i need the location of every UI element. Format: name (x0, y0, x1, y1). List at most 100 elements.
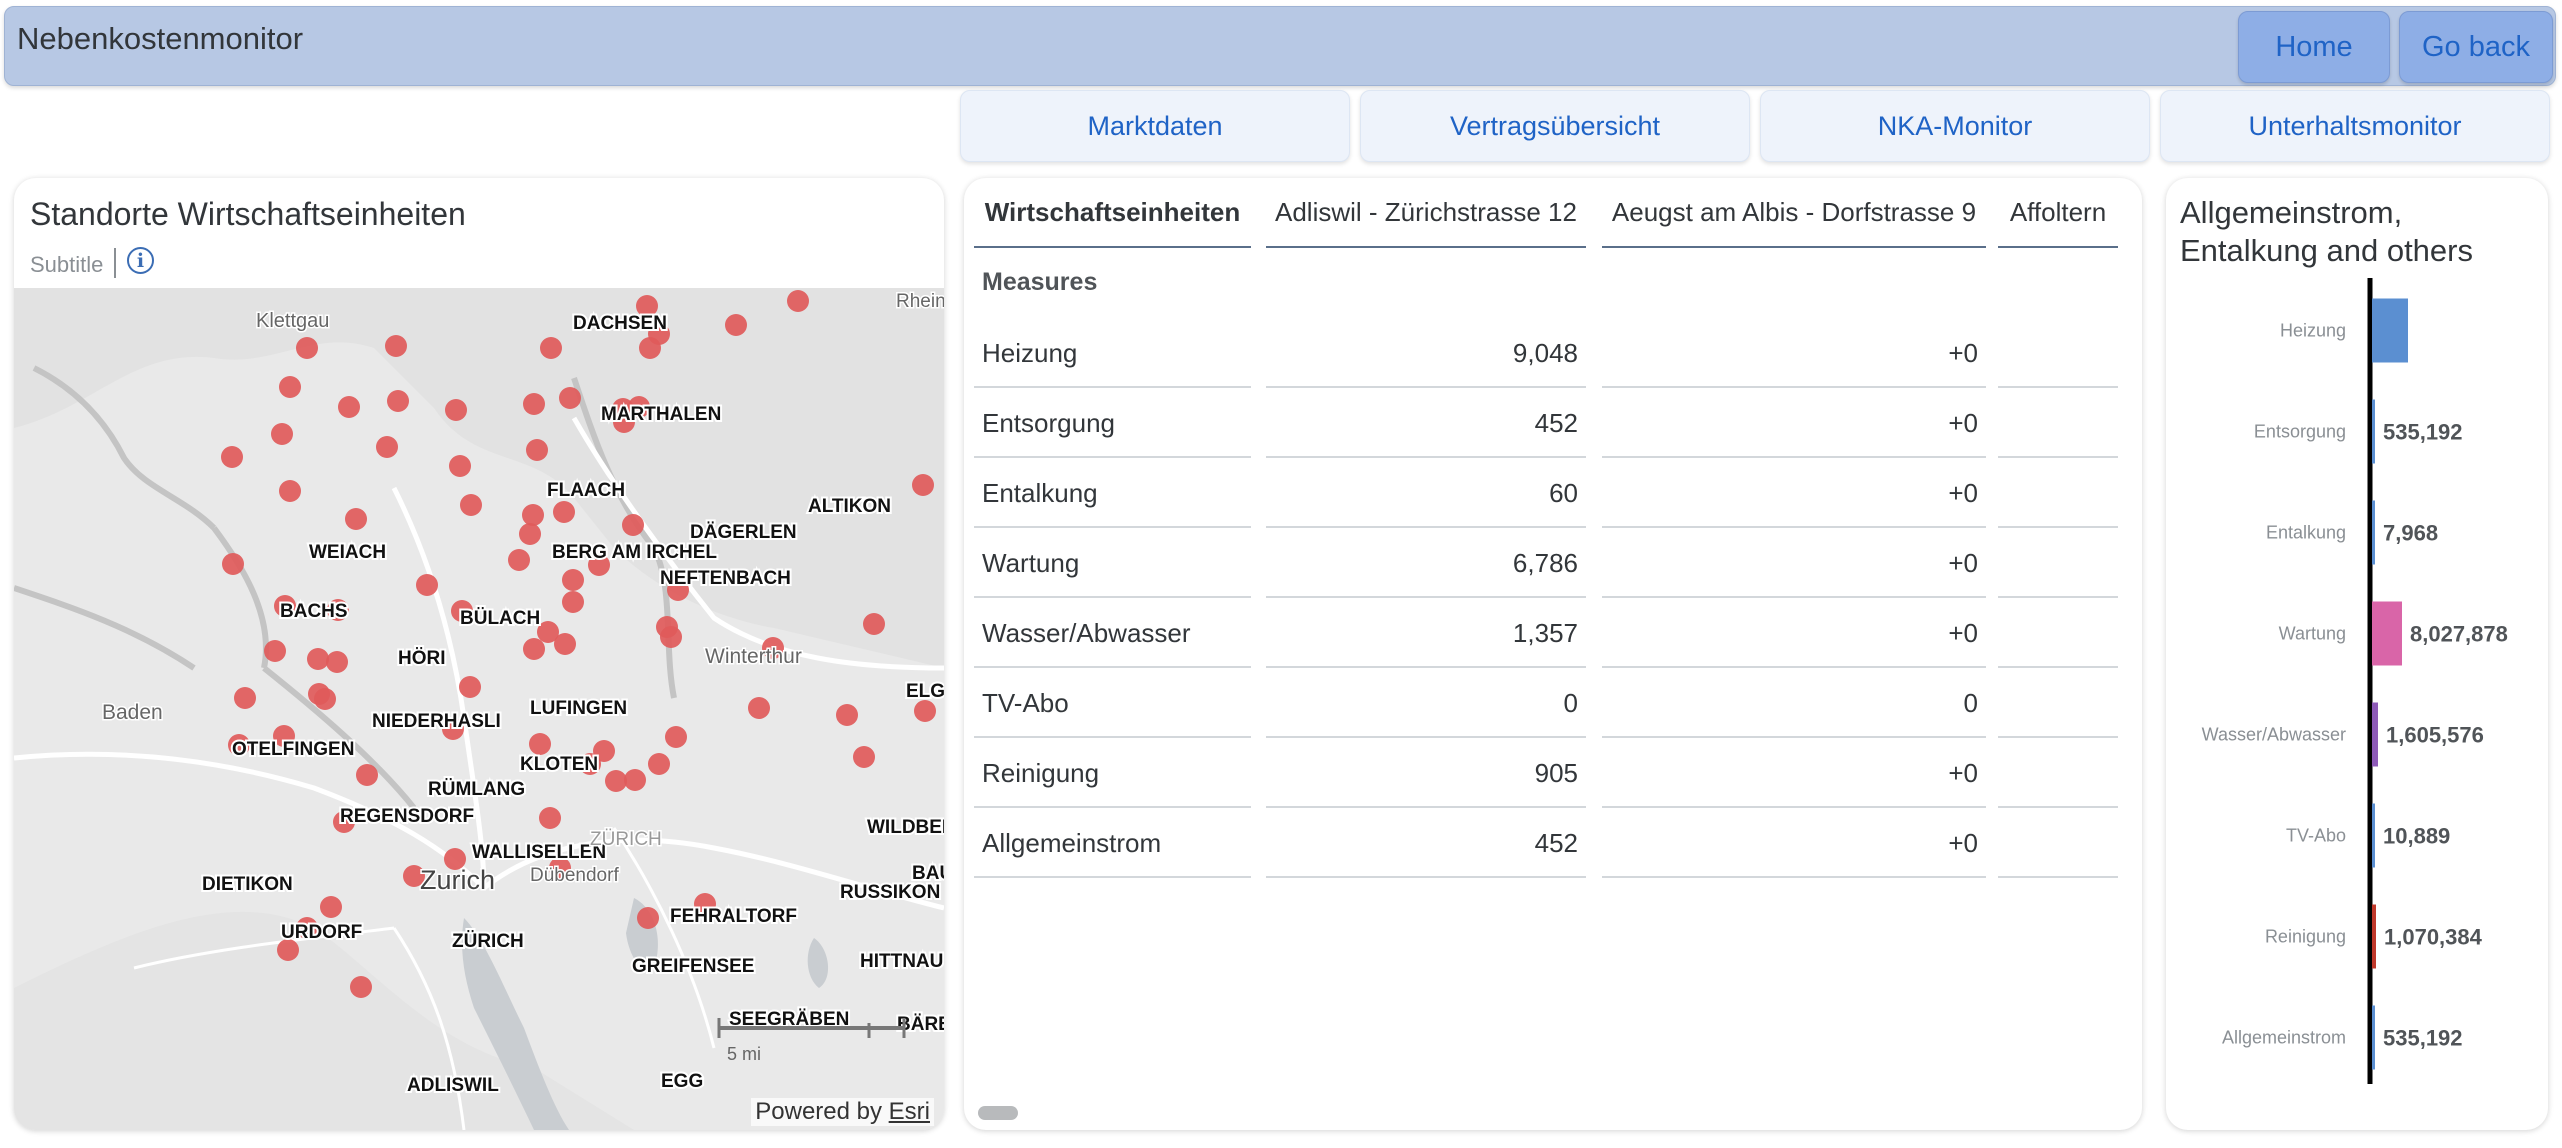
location-marker[interactable] (222, 553, 244, 575)
place-label: EGG (661, 1071, 703, 1092)
location-marker[interactable] (279, 376, 301, 398)
table-row[interactable]: Reinigung 905 +0 (964, 740, 2142, 810)
place-label: BERG AM IRCHEL (552, 542, 717, 563)
location-marker[interactable] (449, 455, 471, 477)
location-marker[interactable] (523, 638, 545, 660)
location-marker[interactable] (914, 700, 936, 722)
place-label: HITTNAU (860, 951, 943, 972)
location-marker[interactable] (748, 697, 770, 719)
table-row[interactable]: Entalkung 60 +0 (964, 460, 2142, 530)
location-marker[interactable] (660, 626, 682, 648)
location-marker[interactable] (559, 387, 581, 409)
location-marker[interactable] (863, 613, 885, 635)
location-marker[interactable] (639, 337, 661, 359)
map-canvas[interactable]: DACHSEN MARTHALEN FLAACH ALTIKON DÄGERLEN WEI… (14, 288, 944, 1130)
place-label: KLOTEN (520, 754, 598, 775)
location-marker[interactable] (326, 651, 348, 673)
location-marker[interactable] (562, 569, 584, 591)
info-icon[interactable]: i (127, 247, 154, 274)
horizontal-scrollbar[interactable] (978, 1106, 1018, 1120)
bar[interactable] (2372, 904, 2376, 969)
location-marker[interactable] (853, 746, 875, 768)
bar[interactable] (2372, 1005, 2375, 1070)
location-marker[interactable] (445, 399, 467, 421)
map-view[interactable]: DACHSEN MARTHALEN FLAACH ALTIKON DÄGERLEN WEI… (14, 288, 944, 1130)
location-marker[interactable] (264, 640, 286, 662)
location-marker[interactable] (234, 687, 256, 709)
table-row[interactable]: Wasser/Abwasser 1,357 +0 (964, 600, 2142, 670)
home-button[interactable]: Home (2238, 11, 2390, 83)
go-back-button[interactable]: Go back (2399, 11, 2553, 83)
location-marker[interactable] (912, 474, 934, 496)
location-marker[interactable] (665, 726, 687, 748)
table-row[interactable]: Wartung 6,786 +0 (964, 530, 2142, 600)
bar[interactable] (2372, 803, 2375, 868)
location-marker[interactable] (314, 688, 336, 710)
esri-link[interactable]: Esri (889, 1098, 930, 1125)
location-marker[interactable] (519, 523, 541, 545)
bar[interactable] (2372, 601, 2402, 666)
location-marker[interactable] (522, 504, 544, 526)
location-marker[interactable] (356, 764, 378, 786)
tab-vertragsuebersicht[interactable]: Vertragsübersicht (1360, 90, 1750, 162)
location-marker[interactable] (562, 591, 584, 613)
column-header-affoltern[interactable]: Affoltern (1998, 178, 2118, 248)
tab-nka-monitor[interactable]: NKA-Monitor (1760, 90, 2150, 162)
location-marker[interactable] (637, 907, 659, 929)
bar-chart-card: Allgemeinstrom, Entalkung and others Hei… (2166, 178, 2548, 1130)
value-aeugst: +0 (1602, 600, 1986, 668)
table-row[interactable]: Entsorgung 452 +0 (964, 390, 2142, 460)
location-marker[interactable] (376, 436, 398, 458)
tab-unterhaltsmonitor[interactable]: Unterhaltsmonitor (2160, 90, 2550, 162)
location-marker[interactable] (622, 514, 644, 536)
location-marker[interactable] (296, 337, 318, 359)
location-marker[interactable] (459, 676, 481, 698)
tab-marktdaten[interactable]: Marktdaten (960, 90, 1350, 162)
location-marker[interactable] (350, 976, 372, 998)
location-marker[interactable] (523, 393, 545, 415)
table-row[interactable]: Allgemeinstrom 452 +0 (964, 810, 2142, 880)
location-marker[interactable] (271, 423, 293, 445)
value-adliswil: 452 (1266, 810, 1586, 878)
region-label: Winterthur (705, 645, 802, 668)
location-marker[interactable] (624, 769, 646, 791)
place-label: RUSSIKON (840, 882, 940, 903)
table-row[interactable]: TV-Abo 0 0 (964, 670, 2142, 740)
location-marker[interactable] (648, 753, 670, 775)
measures-section-label: Measures (982, 268, 1098, 296)
location-marker[interactable] (279, 480, 301, 502)
location-marker[interactable] (787, 290, 809, 312)
bar[interactable] (2372, 298, 2408, 363)
location-marker[interactable] (387, 390, 409, 412)
column-header-adliswil[interactable]: Adliswil - Zürichstrasse 12 (1266, 178, 1586, 248)
value-affoltern (1998, 670, 2118, 738)
location-marker[interactable] (526, 439, 548, 461)
bar[interactable] (2372, 500, 2375, 565)
table-row[interactable]: Heizung 9,048 +0 (964, 320, 2142, 390)
location-marker[interactable] (554, 633, 576, 655)
location-marker[interactable] (460, 494, 482, 516)
column-header-aeugst[interactable]: Aeugst am Albis - Dorfstrasse 9 (1602, 178, 1986, 248)
bar[interactable] (2372, 399, 2375, 464)
location-marker[interactable] (221, 446, 243, 468)
location-marker[interactable] (508, 549, 530, 571)
measure-label: TV-Abo (974, 670, 1251, 738)
category-tick-label: Wartung (2279, 624, 2346, 644)
location-marker[interactable] (307, 648, 329, 670)
location-marker[interactable] (725, 314, 747, 336)
location-marker[interactable] (529, 733, 551, 755)
location-marker[interactable] (553, 501, 575, 523)
location-marker[interactable] (385, 335, 407, 357)
location-marker[interactable] (320, 896, 342, 918)
place-label: FLAACH (547, 480, 625, 501)
location-marker[interactable] (540, 337, 562, 359)
bar[interactable] (2372, 702, 2378, 767)
location-marker[interactable] (345, 508, 367, 530)
place-label: NEFTENBACH (660, 568, 791, 589)
location-marker[interactable] (539, 807, 561, 829)
location-marker[interactable] (416, 574, 438, 596)
column-header-wirtschaftseinheiten[interactable]: Wirtschaftseinheiten (974, 178, 1251, 248)
location-marker[interactable] (605, 770, 627, 792)
location-marker[interactable] (338, 396, 360, 418)
location-marker[interactable] (836, 704, 858, 726)
